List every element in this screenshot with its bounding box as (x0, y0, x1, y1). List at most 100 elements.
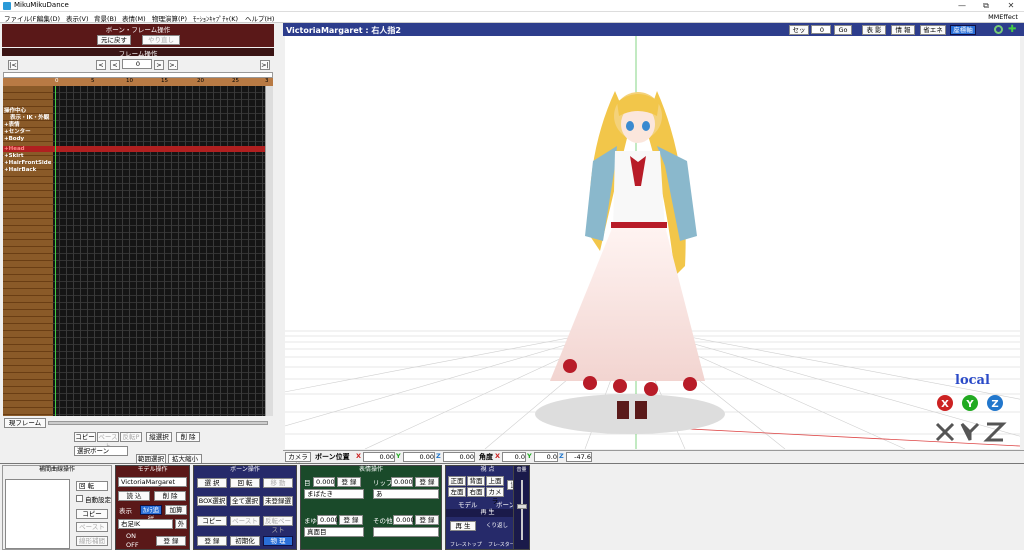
next-key-button[interactable]: >. (168, 60, 178, 70)
other-value[interactable]: 0.000 (393, 515, 415, 525)
menu-background[interactable]: 背景(B) (94, 13, 117, 23)
set-button[interactable]: セット (789, 25, 809, 43)
menu-capture[interactable]: ﾓｰｼｮﾝｷｬﾌﾟﾁｬ(K) (193, 13, 238, 23)
delete-frame-button[interactable]: 削 除 (176, 432, 200, 442)
viewport-frame-input[interactable]: 0 (811, 25, 831, 34)
brow-register-button[interactable]: 登 録 (339, 515, 363, 525)
other-register-button[interactable]: 登 録 (415, 515, 439, 525)
model-dropdown[interactable]: VictoriaMargaret (118, 477, 187, 487)
reverse-paste-button[interactable]: 反転P (120, 432, 142, 442)
lip-register-button[interactable]: 登 録 (415, 477, 439, 487)
angle-z-input[interactable]: -47.6 (566, 452, 592, 462)
pos-x-input[interactable]: 0.00 (363, 452, 395, 462)
pos-z-input[interactable]: 0.00 (443, 452, 475, 462)
prev-key-button[interactable]: < (96, 60, 106, 70)
model-checkbox[interactable]: モデル (458, 499, 478, 509)
delete-model-button[interactable]: 削 除 (154, 491, 186, 501)
camera-edit-button[interactable]: カメラ編 (285, 452, 311, 470)
axis-button[interactable]: 座標軸 (950, 25, 976, 35)
back-view-button[interactable]: 背面 (467, 476, 485, 486)
other-dropdown[interactable] (373, 527, 439, 537)
go-button[interactable]: Go (834, 25, 852, 35)
first-frame-button[interactable]: |< (8, 60, 18, 70)
bone-move-button[interactable]: 移 動 (263, 478, 293, 488)
menu-mmeffect[interactable]: MMEffect (988, 13, 1018, 21)
close-button[interactable]: ✕ (999, 0, 1023, 12)
load-model-button[interactable]: 読 込 (118, 491, 150, 501)
maximize-button[interactable]: ⧉ (974, 0, 998, 12)
play-button[interactable]: 再 生 (450, 521, 476, 531)
menu-facial[interactable]: 表情(M) (122, 13, 146, 23)
move-z-icon[interactable] (983, 422, 1007, 442)
local-label[interactable]: local (955, 373, 990, 388)
volume-slider[interactable] (521, 480, 523, 540)
track-item[interactable]: +Head (4, 146, 25, 152)
copy-frame-button[interactable]: コピー (74, 432, 96, 442)
track-item[interactable]: +Skirt (4, 153, 23, 159)
bone-register-button[interactable]: 登 録 (197, 536, 227, 546)
prev-frame-button[interactable]: < (110, 60, 120, 70)
menu-help[interactable]: ヘルプ(H) (245, 13, 274, 23)
outer-parent-dropdown[interactable]: 右足IK (118, 519, 173, 529)
box-select-button[interactable]: BOX選択 (197, 496, 227, 506)
frame-input[interactable]: 0 (122, 59, 152, 69)
zoom-icon[interactable] (994, 25, 1003, 34)
keyframe-grid[interactable] (53, 86, 265, 416)
eye-dropdown[interactable]: まばたき (304, 489, 364, 499)
lip-dropdown[interactable]: あ (373, 489, 439, 499)
vertical-select-button[interactable]: 縦選択 (146, 432, 172, 442)
interp-copy-button[interactable]: コピー (76, 509, 108, 519)
show-label[interactable]: 表示 (119, 505, 132, 515)
bone-copy-button[interactable]: コピー (197, 516, 227, 526)
menu-physics[interactable]: 物理演算(P) (152, 13, 187, 23)
angle-x-input[interactable]: 0.0 (502, 452, 526, 462)
track-item[interactable]: +Body (4, 136, 24, 142)
menu-edit[interactable]: 編集(D) (37, 13, 60, 23)
add-button[interactable]: 加算 (165, 505, 187, 515)
interp-paste-button[interactable]: ペースト (76, 522, 108, 532)
move-y-icon[interactable] (960, 422, 980, 441)
menu-file[interactable]: ファイル(F) (4, 13, 39, 23)
track-item[interactable]: +センター (4, 129, 31, 135)
eye-register-button[interactable]: 登 録 (337, 477, 361, 487)
timeline-scrollbar[interactable] (265, 86, 273, 416)
select-bone-dropdown[interactable]: 選択ボーン (74, 446, 128, 456)
track-item[interactable]: +HairFrontSide (4, 160, 51, 166)
bone-reverse-paste-button[interactable]: 反転ペースト (263, 516, 293, 534)
select-all-button[interactable]: 全て選択 (230, 496, 260, 506)
menu-view[interactable]: 表示(V) (66, 13, 89, 23)
blend-button[interactable]: ｶﾒﾗ追従 (140, 505, 162, 523)
left-view-button[interactable]: 左面 (448, 487, 466, 497)
bone-select-button[interactable]: 選 択 (197, 478, 227, 488)
top-view-button[interactable]: 上面 (486, 476, 504, 486)
current-frame-button[interactable]: 現フレーム (4, 418, 46, 428)
paste-frame-button[interactable]: ペースト (97, 432, 119, 450)
front-view-button[interactable]: 正面 (448, 476, 466, 486)
next-frame-button[interactable]: > (154, 60, 164, 70)
scene-canvas[interactable]: local X Y Z (285, 36, 1020, 449)
minimize-button[interactable]: — (950, 0, 974, 12)
linear-button[interactable]: 線形補間 (76, 536, 108, 546)
info-button[interactable]: 情 報 (891, 25, 915, 35)
camera-view-button[interactable]: カメラ (486, 487, 504, 505)
eye-value[interactable]: 0.000 (313, 477, 335, 487)
brow-dropdown[interactable]: 真面目 (304, 527, 364, 537)
frame-stop-checkbox[interactable]: フレ-ストップ (450, 541, 482, 548)
undo-button[interactable]: 元に戻す (97, 35, 131, 45)
bone-init-button[interactable]: 初期化 (230, 536, 260, 546)
move-x-icon[interactable] (935, 422, 955, 442)
physics-button[interactable]: 物 理 (263, 536, 293, 546)
volume-thumb[interactable] (517, 504, 527, 509)
redo-button[interactable]: やり直し (142, 35, 180, 45)
repeat-checkbox[interactable]: くり返し (486, 521, 508, 529)
right-view-button[interactable]: 右面 (467, 487, 485, 497)
model-register-button[interactable]: 登 録 (156, 536, 186, 546)
angle-y-input[interactable]: 0.0 (534, 452, 558, 462)
track-item[interactable]: +HairBack (4, 167, 36, 173)
pos-y-input[interactable]: 0.00 (403, 452, 435, 462)
interp-dropdown[interactable]: 回 転 (76, 481, 108, 491)
bone-rotate-button[interactable]: 回 転 (230, 478, 260, 488)
outer-button[interactable]: 外 (175, 519, 187, 529)
move-icon[interactable]: ✚ (1008, 25, 1018, 35)
on-radio[interactable]: ON (126, 532, 136, 540)
